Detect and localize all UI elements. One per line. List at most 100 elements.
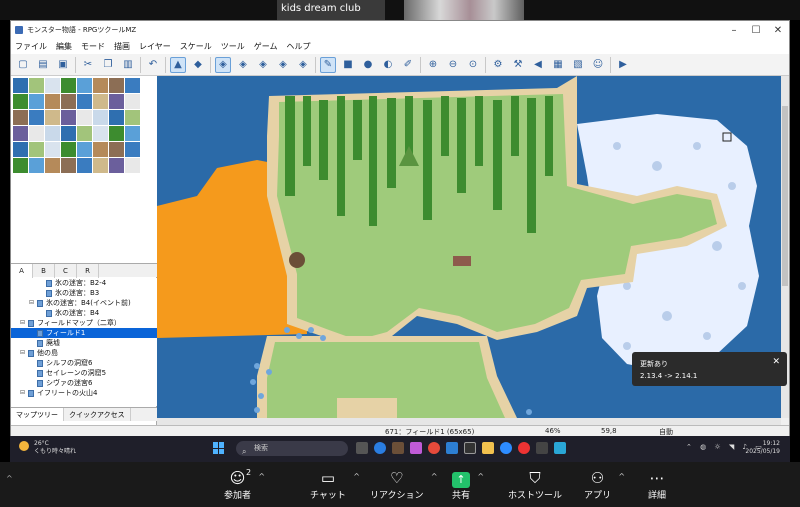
palette-tile[interactable] bbox=[13, 110, 28, 125]
map-tree-item[interactable]: 廃墟 bbox=[11, 338, 157, 348]
palette-tile[interactable] bbox=[61, 126, 76, 141]
menu-draw[interactable]: 描画 bbox=[114, 41, 130, 52]
weather-widget[interactable]: 26°C くもり時々晴れ bbox=[19, 440, 76, 456]
map-tree-item[interactable]: 氷の迷宮：B3 bbox=[11, 288, 157, 298]
save-project-icon[interactable]: ▣ bbox=[55, 57, 71, 73]
map-tree-item[interactable]: シルフの洞窟6 bbox=[11, 358, 157, 368]
palette-tile[interactable] bbox=[29, 158, 44, 173]
event-mode-icon[interactable]: ◆ bbox=[190, 57, 206, 73]
map-tree-item[interactable]: ⊟ イフリートの火山4 bbox=[11, 388, 157, 398]
palette-tile[interactable] bbox=[109, 78, 124, 93]
edge-icon[interactable] bbox=[374, 442, 386, 454]
start-icon[interactable] bbox=[213, 442, 225, 454]
palette-tile[interactable] bbox=[77, 142, 92, 157]
map-tree-item[interactable]: ⊟ フィールドマップ（二章） bbox=[11, 318, 157, 328]
palette-tile[interactable] bbox=[109, 110, 124, 125]
menu-mode[interactable]: モード bbox=[81, 41, 105, 52]
share-button[interactable]: ↑ 共有 ^ bbox=[452, 468, 484, 501]
zoom-out-icon[interactable]: ⊖ bbox=[445, 57, 461, 73]
taskbar-search[interactable]: ⌕ 検索 bbox=[236, 441, 348, 456]
more-button[interactable]: ⋯ 詳細 bbox=[648, 468, 666, 501]
palette-tile[interactable] bbox=[29, 110, 44, 125]
chat-button[interactable]: ▭ チャット ^ bbox=[310, 468, 360, 501]
fill-icon[interactable]: ◐ bbox=[380, 57, 396, 73]
tile-palette[interactable] bbox=[11, 76, 157, 263]
palette-tile[interactable] bbox=[77, 78, 92, 93]
recording-icon[interactable] bbox=[518, 442, 530, 454]
terminal-icon[interactable] bbox=[536, 442, 548, 454]
menu-scale[interactable]: スケール bbox=[180, 41, 212, 52]
shadow-pen-icon[interactable]: ✐ bbox=[400, 57, 416, 73]
tab-b[interactable]: B bbox=[33, 264, 55, 278]
reactions-caret-icon[interactable]: ^ bbox=[431, 472, 438, 481]
palette-tile[interactable] bbox=[93, 94, 108, 109]
store-icon[interactable] bbox=[464, 442, 476, 454]
map-tree-item[interactable]: 氷の迷宮：B2-4 bbox=[11, 278, 157, 288]
map-mode-icon[interactable]: ▲ bbox=[170, 56, 186, 73]
zoom-taskbar-icon[interactable] bbox=[500, 442, 512, 454]
map-tree-item[interactable]: ⊟ 氷の迷宮：B4(イベント前) bbox=[11, 298, 157, 308]
open-project-icon[interactable]: ▤ bbox=[35, 57, 51, 73]
apps-caret-icon[interactable]: ^ bbox=[618, 472, 625, 481]
database-icon[interactable]: ⚙ bbox=[490, 57, 506, 73]
scroll-thumb[interactable] bbox=[782, 106, 788, 286]
palette-tile[interactable] bbox=[61, 110, 76, 125]
palette-tile[interactable] bbox=[125, 142, 140, 157]
share-caret-icon[interactable]: ^ bbox=[477, 472, 484, 481]
undo-icon[interactable]: ↶ bbox=[145, 57, 161, 73]
file-explorer-icon[interactable] bbox=[482, 442, 494, 454]
reactions-button[interactable]: ♡ リアクション ^ bbox=[370, 468, 438, 501]
palette-tile[interactable] bbox=[13, 78, 28, 93]
palette-tile[interactable] bbox=[45, 94, 60, 109]
palette-tile[interactable] bbox=[13, 94, 28, 109]
tab-r[interactable]: R bbox=[77, 264, 99, 278]
layer-3-icon[interactable]: ◈ bbox=[255, 57, 271, 73]
copy-icon[interactable]: ❐ bbox=[100, 57, 116, 73]
menu-game[interactable]: ゲーム bbox=[254, 41, 278, 52]
palette-tile[interactable] bbox=[29, 142, 44, 157]
palette-tile[interactable] bbox=[109, 94, 124, 109]
tab-a[interactable]: A bbox=[11, 264, 33, 278]
palette-tile[interactable] bbox=[125, 158, 140, 173]
map-tree-item[interactable]: セイレーンの洞窟5 bbox=[11, 368, 157, 378]
palette-tile[interactable] bbox=[45, 110, 60, 125]
palette-tile[interactable] bbox=[125, 94, 140, 109]
menu-file[interactable]: ファイル bbox=[15, 41, 47, 52]
zoom-in-icon[interactable]: ⊕ bbox=[425, 57, 441, 73]
menu-edit[interactable]: 編集 bbox=[56, 41, 72, 52]
map-tree-item[interactable]: 氷の迷宮：B4 bbox=[11, 308, 157, 318]
toast-close-icon[interactable]: ✕ bbox=[772, 357, 780, 367]
palette-tile[interactable] bbox=[61, 78, 76, 93]
palette-tile[interactable] bbox=[77, 94, 92, 109]
task-view-icon[interactable] bbox=[356, 442, 368, 454]
palette-tile[interactable] bbox=[61, 158, 76, 173]
cut-icon[interactable]: ✂ bbox=[80, 57, 96, 73]
palette-tile[interactable] bbox=[13, 142, 28, 157]
palette-tile[interactable] bbox=[109, 142, 124, 157]
palette-tile[interactable] bbox=[125, 126, 140, 141]
mail-icon[interactable] bbox=[446, 442, 458, 454]
paste-icon[interactable]: ▥ bbox=[120, 57, 136, 73]
palette-tile[interactable] bbox=[109, 158, 124, 173]
palette-tile[interactable] bbox=[125, 78, 140, 93]
layer-1-icon[interactable]: ◈ bbox=[215, 56, 231, 73]
pencil-icon[interactable]: ✎ bbox=[320, 56, 336, 73]
palette-tile[interactable] bbox=[93, 142, 108, 157]
update-toast[interactable]: 更新あり 2.13.4 -> 2.14.1 ✕ bbox=[632, 352, 787, 386]
palette-tile[interactable] bbox=[45, 78, 60, 93]
horizontal-scrollbar[interactable] bbox=[157, 418, 781, 425]
minimize-button[interactable]: – bbox=[723, 25, 745, 36]
map-tree-item[interactable]: フィールド1 bbox=[11, 328, 157, 338]
resource-manager-icon[interactable]: ▧ bbox=[570, 57, 586, 73]
menu-help[interactable]: ヘルプ bbox=[287, 41, 311, 52]
participants-button[interactable]: ☺ 2 参加者 ^ bbox=[224, 468, 265, 501]
palette-tile[interactable] bbox=[45, 126, 60, 141]
zoom-actual-icon[interactable]: ⊙ bbox=[465, 57, 481, 73]
close-button[interactable]: ✕ bbox=[767, 25, 789, 36]
palette-tile[interactable] bbox=[61, 94, 76, 109]
palette-tile[interactable] bbox=[109, 126, 124, 141]
map-tree-item[interactable]: シヴァの迷宮6 bbox=[11, 378, 157, 388]
tab-c[interactable]: C bbox=[55, 264, 77, 278]
participants-caret-icon[interactable]: ^ bbox=[258, 472, 265, 481]
playtest-icon[interactable]: ▶ bbox=[615, 57, 631, 73]
